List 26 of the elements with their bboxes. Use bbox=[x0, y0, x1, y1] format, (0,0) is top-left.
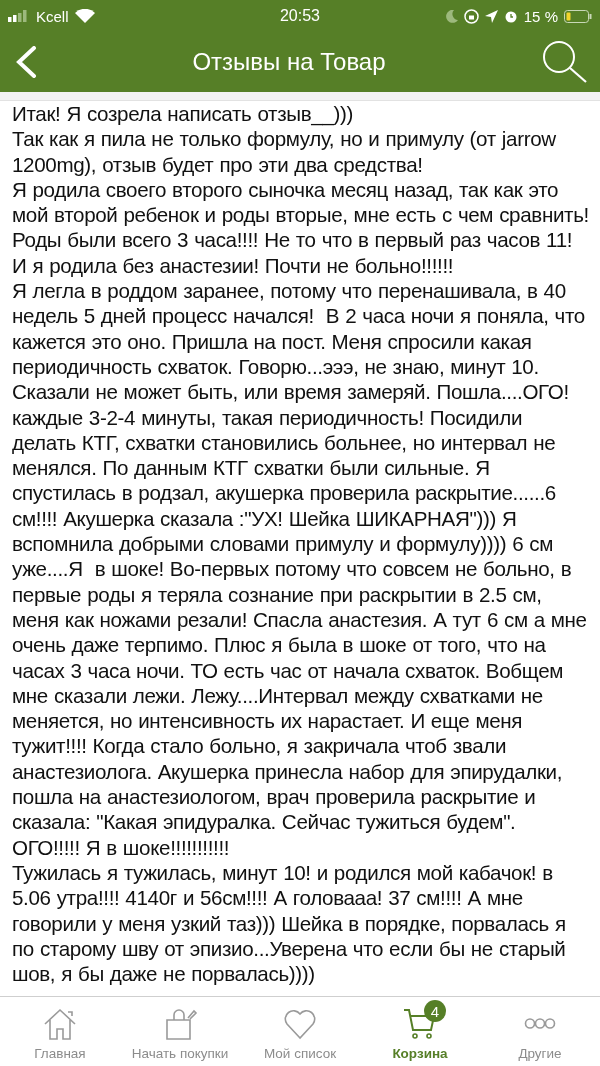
location-icon bbox=[484, 9, 498, 23]
nav-title: Отзывы на Товар bbox=[192, 48, 386, 76]
tab-bar-item[interactable]: Начать покупки bbox=[120, 997, 240, 1066]
review-paragraph: Итак! Я созрела написать отзыв__))) bbox=[12, 101, 355, 127]
tab-bar-item[interactable]: Главная bbox=[0, 997, 120, 1066]
wifi-icon bbox=[74, 9, 95, 23]
rotation-lock-icon bbox=[463, 8, 479, 24]
battery-percent: 15 % bbox=[523, 7, 558, 25]
cart-count-badge: 4 bbox=[424, 1000, 446, 1022]
status-time: 20:53 bbox=[279, 7, 320, 25]
review-paragraph: Роды были всего 3 часа!!!! Не то что в первый раз часов 11! И я родила без анастезии! Почти не больно!!!!!! bbox=[12, 227, 574, 279]
home-icon bbox=[42, 1006, 78, 1042]
more-icon bbox=[524, 1018, 556, 1029]
review-paragraph: Так как я пила не только формулу, но и примулу (от jarrow 1200mg), отзыв будет про эти два средства! bbox=[12, 126, 557, 177]
tab-bar-item[interactable]: Другие bbox=[480, 997, 600, 1066]
tab-bar-item[interactable]: Корзина 4 bbox=[360, 997, 480, 1066]
moon-icon bbox=[445, 9, 458, 23]
battery-icon bbox=[564, 9, 592, 23]
review-paragraph: Я легла в роддом заранее, потому что перенашивала, в 40 недель 5 дней процесс начался! В 2 часа ночи я поняла, что кажется это оно. Пришла на пост. Меня спросили какая периодичность схваток. Говорю...эээ, не знаю, минут 10. Сказали не может быть, или время замеряй. Пошла....ОГО! каждые 3-2-4 минуты, такая периодичность! Посидили делать КТГ, схватки становились больнее, но интервал не менялся. По данным КТГ схватки были сильные. Я спустилась в родзал, акушерка проверила раскрытие......6 см!!!! Акушерка сказала :"УХ! Шейка ШИКАРНАЯ"))) Я вспомнила добрыми словами примулу и формулу)))) 6 см уже....Я в шоке! Во-первых потому что совсем не больно, в первые роды я теряла сознание при раскрытии в 2.5 см, меня как ножами резали! Спасла анастезия. А тут 6 см а мне очень даже терпимо. Плюс я была в шоке от того, что на часах 3 часа ночи. ТО есть час от начала схваток. Вобщем мне сказали лежи. Лежу....Интервал между схватками не меняется, но интенсивность их нарастает. И еще меня тужит!!!! Когда стало больно, я закричала чтоб звали анастезиолога. Акушерка принесла набор для эпирудалки, пошла на анастезиологом, врач проверила раскрытие и сказала: "Какая эпидуралка. Сейчас тужиться будем". ОГО!!!!! Я в шоке!!!!!!!!!!! bbox=[12, 278, 588, 860]
alarm-icon bbox=[503, 9, 518, 23]
back-button[interactable] bbox=[14, 46, 38, 78]
carrier-name: Kcell bbox=[36, 7, 69, 25]
review-paragraph: Я родила своего второго сыночка месяц назад, так как это мой второй ребенок и роды вторые, мне есть с чем сравнить! bbox=[12, 176, 590, 228]
review-paragraph: Тужилась я тужилась, минут 10! и родился мой кабачок! в 5.06 утра!!!! 4140г и 56см!!!! А головааа! 37 см!!!! А мне говорили у меня узкий таз))) Шейка в порядке, порвалась я по старому шву от эпизио...Уверена что если бы не старый шов, я бы даже не порвалась)))) bbox=[12, 859, 567, 987]
tab-bar-item[interactable]: Мой список bbox=[240, 997, 360, 1066]
signal-icon bbox=[8, 10, 30, 22]
